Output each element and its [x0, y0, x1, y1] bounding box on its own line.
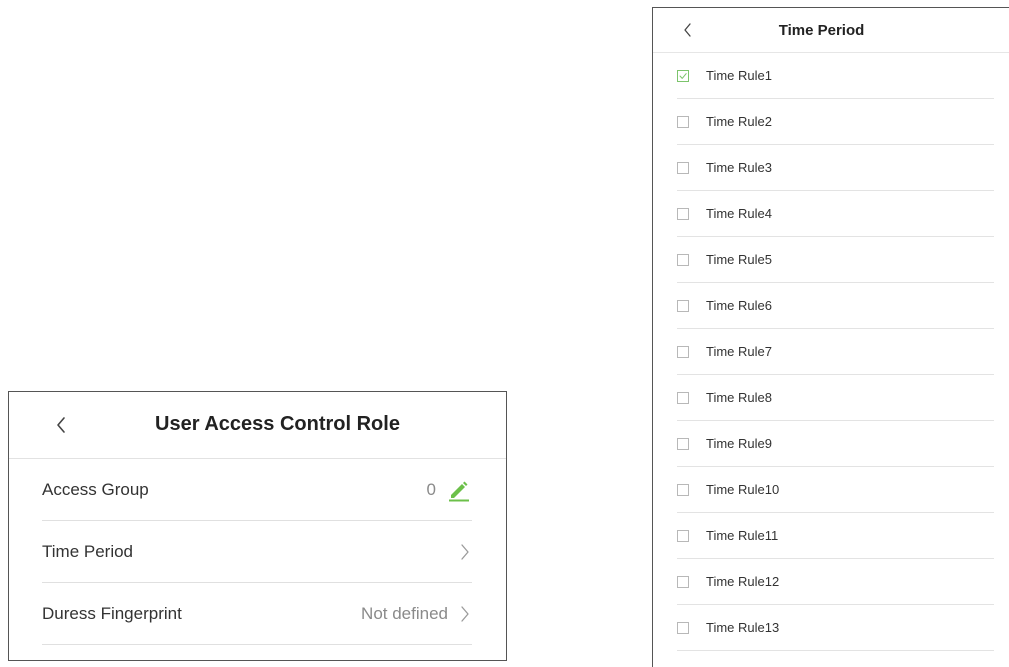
time-rule-item[interactable]: Time Rule10: [677, 467, 994, 513]
time-rule-label: Time Rule6: [706, 298, 772, 313]
page-title: Time Period: [778, 22, 865, 39]
access-group-row[interactable]: Access Group 0: [42, 459, 472, 521]
time-rule-checkbox[interactable]: [677, 483, 689, 496]
duress-fingerprint-label: Duress Fingerprint: [42, 603, 182, 623]
duress-fingerprint-chevron: [458, 604, 472, 624]
time-rule-label: Time Rule11: [706, 528, 779, 543]
time-rule-label: Time Rule9: [706, 436, 772, 451]
time-rule-label: Time Rule7: [706, 344, 772, 359]
time-rule-item[interactable]: Time Rule7: [677, 329, 994, 375]
time-rule-checkbox[interactable]: [677, 115, 689, 128]
panel-header: Time Period: [653, 8, 1009, 53]
time-rule-checkbox[interactable]: [677, 391, 689, 404]
time-rule-item[interactable]: Time Rule3: [677, 145, 994, 191]
time-rule-label: Time Rule3: [706, 160, 772, 175]
time-rule-item[interactable]: Time Rule8: [677, 375, 994, 421]
user-access-control-role-panel: User Access Control Role Access Group 0 …: [8, 391, 507, 661]
time-rule-item[interactable]: Time Rule11: [677, 513, 994, 559]
time-rule-checkbox[interactable]: [677, 207, 689, 220]
time-rule-label: Time Rule2: [706, 114, 772, 129]
time-period-row[interactable]: Time Period: [42, 521, 472, 583]
chevron-right-icon: [461, 605, 469, 622]
edit-access-group-button[interactable]: [446, 477, 472, 503]
time-rule-checkbox[interactable]: [677, 69, 689, 82]
checkmark-icon: [679, 72, 687, 79]
duress-fingerprint-row[interactable]: Duress Fingerprint Not defined: [42, 583, 472, 645]
time-rule-checkbox[interactable]: [677, 437, 689, 450]
time-rule-item[interactable]: Time Rule1: [677, 53, 994, 99]
time-rule-label: Time Rule1: [706, 68, 772, 83]
page-title: User Access Control Role: [155, 413, 400, 435]
time-period-panel: Time Period Time Rule1 Time Rule2 Time Rul…: [652, 7, 1009, 667]
time-rule-label: Time Rule5: [706, 252, 772, 267]
time-rule-item[interactable]: Time Rule2: [677, 99, 994, 145]
time-period-label: Time Period: [42, 541, 134, 561]
time-rule-label: Time Rule10: [706, 482, 780, 497]
time-rule-checkbox[interactable]: [677, 575, 689, 588]
time-rule-item[interactable]: Time Rule5: [677, 237, 994, 283]
time-rule-checkbox[interactable]: [677, 253, 689, 266]
time-rule-checkbox[interactable]: [677, 345, 689, 358]
time-rule-label: Time Rule8: [706, 390, 772, 405]
time-rule-label: Time Rule13: [706, 620, 780, 635]
time-rule-item[interactable]: Time Rule4: [677, 191, 994, 237]
chevron-right-icon: [461, 543, 469, 560]
time-rule-checkbox[interactable]: [677, 299, 689, 312]
time-rule-checkbox[interactable]: [677, 621, 689, 634]
time-rule-label: Time Rule12: [706, 574, 780, 589]
time-rule-list: Time Rule1 Time Rule2 Time Rule3 Time Rule4…: [653, 53, 1009, 651]
time-rule-item[interactable]: Time Rule12: [677, 559, 994, 605]
panel-header: User Access Control Role: [9, 392, 506, 459]
time-period-chevron: [458, 542, 472, 562]
time-rule-item[interactable]: Time Rule13: [677, 605, 994, 651]
access-group-label: Access Group: [42, 479, 149, 499]
access-group-value: 0: [426, 479, 436, 499]
time-rule-checkbox[interactable]: [677, 529, 689, 542]
time-rule-label: Time Rule4: [706, 206, 772, 221]
duress-fingerprint-value: Not defined: [361, 603, 448, 623]
time-rule-item[interactable]: Time Rule9: [677, 421, 994, 467]
time-rule-item[interactable]: Time Rule6: [677, 283, 994, 329]
time-rule-checkbox[interactable]: [677, 161, 689, 174]
pencil-icon: [449, 481, 469, 501]
